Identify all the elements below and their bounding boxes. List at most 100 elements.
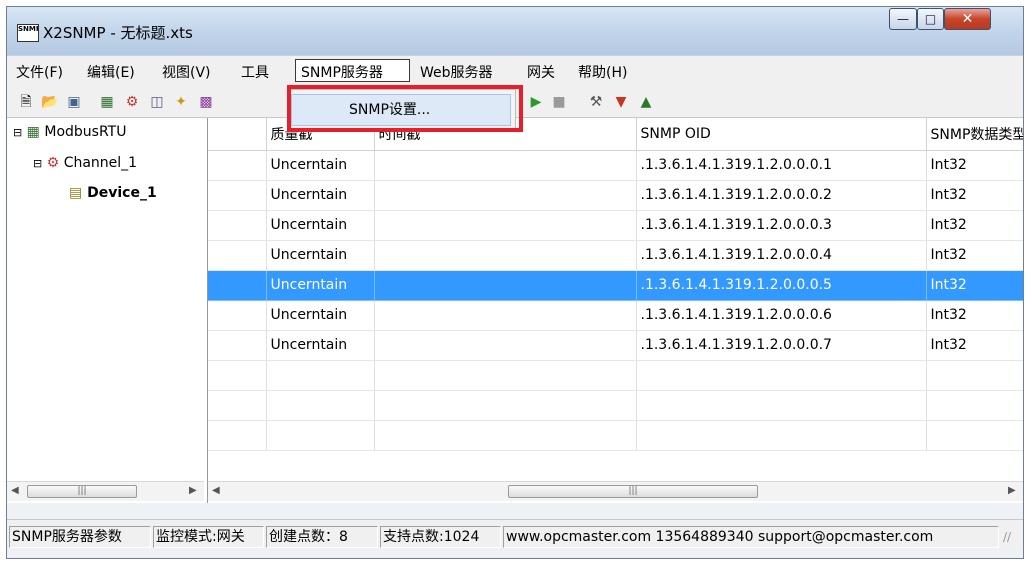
tree-item-label: ModbusRTU xyxy=(44,124,127,140)
timestamp-cell xyxy=(374,210,637,241)
oid-cell: .1.3.6.1.4.1.319.1.2.0.0.0.2 xyxy=(636,180,927,211)
new-tag-icon[interactable]: ✦ xyxy=(172,93,190,111)
new-icon[interactable]: 🗎 xyxy=(17,93,35,111)
save-icon[interactable]: ▣ xyxy=(65,93,83,111)
status-monitor-mode: 监控模式:网关 xyxy=(153,526,264,548)
annotation-highlight-box xyxy=(287,85,523,132)
timestamp-cell xyxy=(374,240,637,271)
row-index-cell xyxy=(208,330,267,361)
tree-item-channel[interactable]: ⊟ ⚙ Channel_1 xyxy=(33,155,137,171)
quality-cell: Uncerntain xyxy=(266,270,375,301)
add-tag-icon[interactable]: ◫ xyxy=(148,93,166,111)
load-icon[interactable]: ▼ xyxy=(612,93,630,111)
status-created-points: 创建点数：8 xyxy=(266,526,378,548)
column-header-oid[interactable]: SNMP OID xyxy=(636,118,927,151)
tree-hscrollbar[interactable]: ◀ ||| ▶ xyxy=(7,481,204,501)
add-channel-icon[interactable]: ▦ xyxy=(98,93,116,111)
table-row[interactable]: Uncerntain .1.3.6.1.4.1.319.1.2.0.0.0.2 In… xyxy=(208,180,1023,211)
oid-cell: .1.3.6.1.4.1.319.1.2.0.0.0.7 xyxy=(636,330,927,361)
status-contact: www.opcmaster.com 13564889340 support@op… xyxy=(503,526,999,548)
row-index-cell xyxy=(208,240,267,271)
empty-cell xyxy=(266,360,375,391)
collapse-icon[interactable]: ⊟ xyxy=(13,126,22,139)
menu-help[interactable]: 帮助(H) xyxy=(578,62,627,82)
menu-view[interactable]: 视图(V) xyxy=(162,62,211,82)
empty-cell xyxy=(266,420,375,451)
column-header-index[interactable] xyxy=(208,118,267,151)
column-header-type[interactable]: SNMP数据类型 xyxy=(926,118,1023,151)
close-button[interactable]: ✕ xyxy=(944,8,991,30)
table-row[interactable]: Uncerntain .1.3.6.1.4.1.319.1.2.0.0.0.6 In… xyxy=(208,300,1023,331)
scroll-left-icon[interactable]: ◀ xyxy=(212,485,220,496)
minimize-button[interactable]: — xyxy=(889,8,917,30)
empty-cell xyxy=(926,360,1023,391)
empty-cell xyxy=(636,360,927,391)
empty-cell xyxy=(636,390,927,421)
empty-cell xyxy=(208,360,267,391)
row-index-cell xyxy=(208,270,267,301)
start-icon[interactable]: ▶ xyxy=(527,93,545,111)
datatype-cell: Int32 xyxy=(926,270,1023,301)
tree-item-device[interactable]: ▤ Device_1 xyxy=(69,185,207,201)
status-bar: SNMP服务器参数 监控模式:网关 创建点数：8 支持点数:1024 www.o… xyxy=(7,519,1023,551)
resize-grip-icon[interactable]: ∕∕ xyxy=(1003,530,1011,544)
menu-file[interactable]: 文件(F) xyxy=(16,62,63,82)
empty-cell xyxy=(374,390,637,421)
maximize-button[interactable]: □ xyxy=(917,8,944,30)
quality-cell: Uncerntain xyxy=(266,210,375,241)
menu-web-server[interactable]: Web服务器 xyxy=(420,62,493,82)
table-row[interactable]: Uncerntain .1.3.6.1.4.1.319.1.2.0.0.0.3 In… xyxy=(208,210,1023,241)
grid-scroll-thumb[interactable]: ||| xyxy=(508,485,758,498)
scroll-right-icon[interactable]: ▶ xyxy=(1008,485,1016,496)
open-icon[interactable]: 📂 xyxy=(41,93,59,111)
menu-tools[interactable]: 工具 xyxy=(241,62,269,82)
datatype-cell: Int32 xyxy=(926,210,1023,241)
oid-cell: .1.3.6.1.4.1.319.1.2.0.0.0.3 xyxy=(636,210,927,241)
timestamp-cell xyxy=(374,180,637,211)
quality-cell: Uncerntain xyxy=(266,240,375,271)
menu-edit[interactable]: 编辑(E) xyxy=(87,62,135,82)
tree-scroll-thumb[interactable]: ||| xyxy=(27,485,137,498)
title-bar: SNMP X2SNMP - 无标题.xts — □ ✕ xyxy=(7,7,1023,55)
timestamp-cell xyxy=(374,270,637,301)
table-row[interactable]: Uncerntain .1.3.6.1.4.1.319.1.2.0.0.0.5 In… xyxy=(208,270,1023,301)
table-row[interactable]: Uncerntain .1.3.6.1.4.1.319.1.2.0.0.0.4 In… xyxy=(208,240,1023,271)
table-row[interactable]: Uncerntain .1.3.6.1.4.1.319.1.2.0.0.0.1 In… xyxy=(208,150,1023,181)
scroll-left-icon[interactable]: ◀ xyxy=(11,485,19,496)
timestamp-cell xyxy=(374,150,637,181)
grid-hscrollbar[interactable]: ◀ ||| ▶ xyxy=(208,481,1023,501)
empty-cell xyxy=(926,390,1023,421)
window-title: X2SNMP - 无标题.xts xyxy=(43,24,193,42)
snmp-app-icon: SNMP xyxy=(17,24,39,42)
menu-snmp-server[interactable]: SNMP服务器 xyxy=(301,62,383,82)
scroll-right-icon[interactable]: ▶ xyxy=(189,485,197,496)
modbus-icon: ▦ xyxy=(26,124,40,140)
empty-cell xyxy=(266,390,375,421)
oid-cell: .1.3.6.1.4.1.319.1.2.0.0.0.1 xyxy=(636,150,927,181)
empty-row xyxy=(208,360,1023,391)
tag-table: 质量戳 时间戳 SNMP OID SNMP数据类型 Uncerntain .1.3… xyxy=(208,118,1023,451)
device-tree: ⊟ ▦ ModbusRTU ⊟ ⚙ Channel_1 ▤ Device_1 ◀… xyxy=(7,118,208,503)
collapse-icon[interactable]: ⊟ xyxy=(33,157,42,170)
tree-item-modbusrtu[interactable]: ⊟ ▦ ModbusRTU xyxy=(13,124,126,140)
datatype-cell: Int32 xyxy=(926,300,1023,331)
db-icon[interactable]: ▩ xyxy=(197,93,215,111)
table-row[interactable]: Uncerntain .1.3.6.1.4.1.319.1.2.0.0.0.7 In… xyxy=(208,330,1023,361)
row-index-cell xyxy=(208,300,267,331)
add-device-icon[interactable]: ⚙ xyxy=(123,93,141,111)
row-index-cell xyxy=(208,180,267,211)
timestamp-cell xyxy=(374,300,637,331)
tools-icon[interactable]: ⚒ xyxy=(587,93,605,111)
channel-icon: ⚙ xyxy=(46,155,60,171)
empty-cell xyxy=(636,420,927,451)
device-icon: ▤ xyxy=(69,185,83,201)
menu-gateway[interactable]: 网关 xyxy=(527,62,555,82)
tree-item-label: Device_1 xyxy=(87,185,157,201)
tree-item-label: Channel_1 xyxy=(63,155,138,171)
timestamp-cell xyxy=(374,330,637,361)
empty-row xyxy=(208,420,1023,451)
oid-cell: .1.3.6.1.4.1.319.1.2.0.0.0.5 xyxy=(636,270,927,301)
quality-cell: Uncerntain xyxy=(266,150,375,181)
upload-icon[interactable]: ▲ xyxy=(637,93,655,111)
stop-icon[interactable]: ■ xyxy=(550,93,568,111)
